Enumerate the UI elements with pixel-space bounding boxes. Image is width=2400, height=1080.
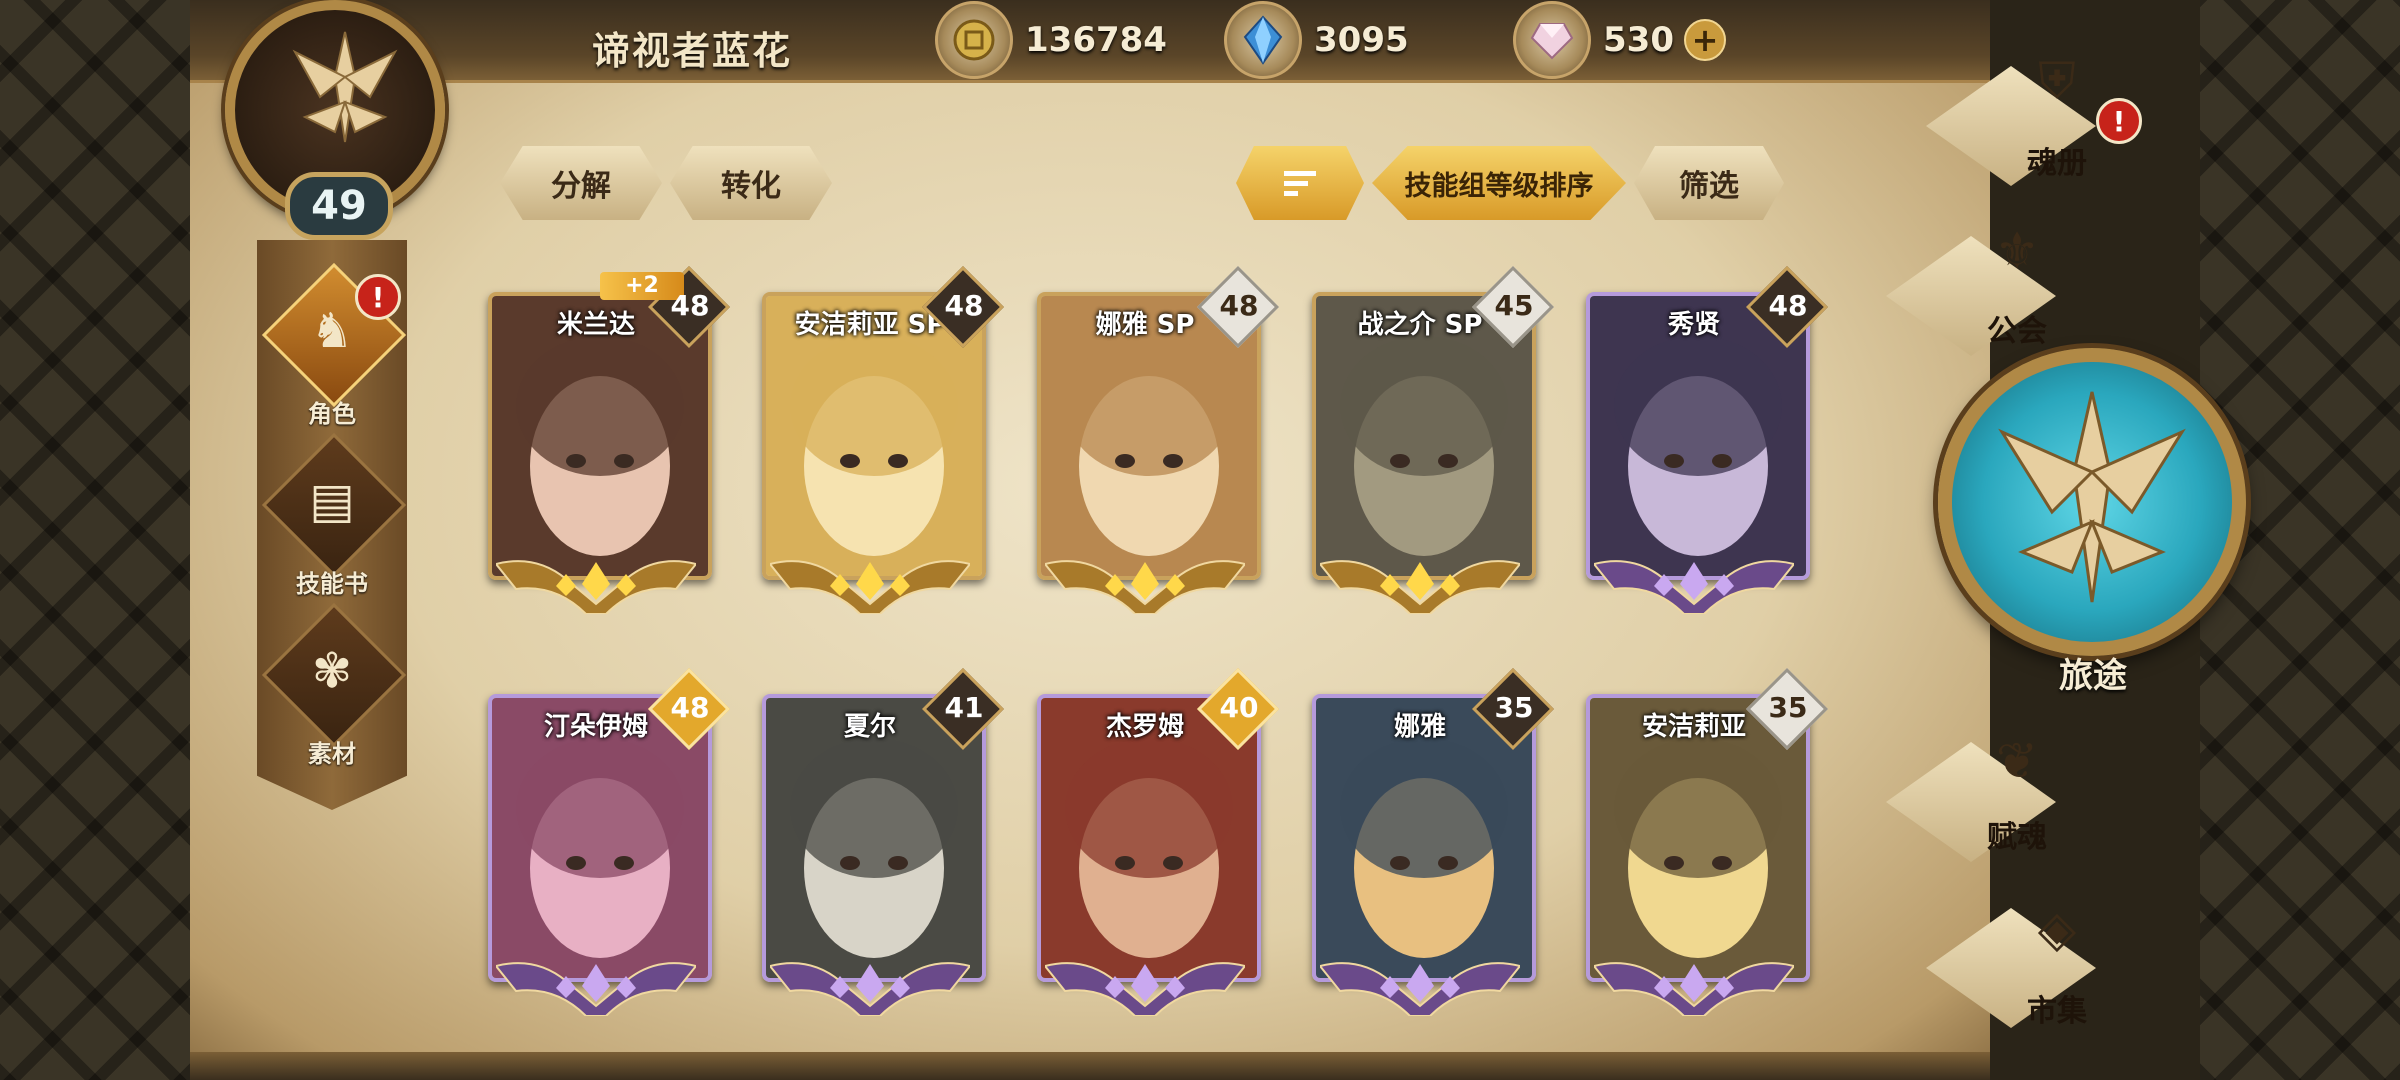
journey-button[interactable] [1938, 348, 2246, 656]
filter-button[interactable]: 筛选 [1634, 146, 1784, 220]
hero-card[interactable]: 战之介 SP 45 [1306, 265, 1555, 622]
convert-button[interactable]: 转化 [670, 146, 832, 220]
character-icon: ♞ [310, 303, 354, 359]
journey-crest-icon [1998, 391, 2186, 603]
gem-amount: 530 [1603, 20, 1674, 60]
hero-level: 48 [1768, 289, 1808, 322]
nav-material-label: 素材 [308, 740, 356, 768]
purple-crest-icon [496, 962, 696, 1016]
hero-card[interactable]: 娜雅 SP 48 [1031, 265, 1280, 622]
gold-crest-icon [496, 560, 696, 614]
gold-crest-icon [1045, 560, 1245, 614]
guild-label: 公会 [1987, 314, 2047, 349]
gem-icon: ◈ [2037, 900, 2077, 958]
purple-crest-icon [1045, 962, 1245, 1016]
nav-character-label: 角色 [308, 400, 356, 428]
gold-crest-icon [770, 560, 970, 614]
nav-character[interactable]: ♞ ! 角色 [257, 262, 407, 430]
nav-skill-book[interactable]: ▤ 技能书 [257, 432, 407, 600]
purple-crest-icon [1594, 560, 1794, 614]
hero-level: 48 [1219, 289, 1259, 322]
gold-crest-icon [1320, 560, 1520, 614]
hero-card[interactable]: 秀贤 48 [1580, 265, 1829, 622]
market-label: 市集 [2027, 994, 2087, 1029]
nav-material[interactable]: ✾ 素材 [257, 602, 407, 770]
hero-level: 48 [944, 289, 984, 322]
purple-crest-icon [1594, 962, 1794, 1016]
player-name: 谛视者蓝花 [592, 29, 793, 73]
gold-currency: 136784 [935, 1, 1167, 79]
hero-card[interactable]: 米兰达 48 +2 [482, 265, 731, 622]
gold-coin-icon [935, 1, 1013, 79]
purple-crest-icon [770, 962, 970, 1016]
guild-crest-icon: ⚜ [1994, 222, 2040, 280]
hero-level: 45 [1494, 289, 1534, 322]
nav-skill-book-label: 技能书 [296, 570, 368, 598]
hero-level: 48 [670, 691, 710, 724]
crystal-amount: 3095 [1314, 20, 1409, 60]
hero-level: 40 [1219, 691, 1259, 724]
skill-book-icon: ▤ [309, 473, 355, 529]
hero-card[interactable]: 安洁莉亚 SP 48 [756, 265, 1005, 622]
hero-level: 35 [1768, 691, 1808, 724]
pink-gem-icon [1513, 1, 1591, 79]
purple-crest-icon [1320, 962, 1520, 1016]
sort-order-button[interactable] [1236, 146, 1364, 220]
player-level: 49 [285, 172, 393, 240]
bottom-frame [190, 1052, 1990, 1080]
crystal-currency: 3095 [1224, 1, 1409, 79]
gem-currency: 530 + [1513, 1, 1726, 79]
hero-card[interactable]: 安洁莉亚 35 [1580, 667, 1829, 1024]
blue-crystal-icon [1224, 1, 1302, 79]
left-nav: ♞ ! 角色 ▤ 技能书 ✾ 素材 [257, 240, 407, 810]
hero-card[interactable]: 汀朵伊姆 48 [482, 667, 731, 1024]
hero-level: 41 [944, 691, 984, 724]
alert-icon: ! [355, 274, 401, 320]
hero-level: 48 [670, 289, 710, 322]
soul-book-label: 魂册 [2027, 146, 2087, 181]
hero-level: 35 [1494, 691, 1534, 724]
hero-card[interactable]: 娜雅 35 [1306, 667, 1555, 1024]
left-border [0, 0, 190, 1080]
sort-by-skill-level-button[interactable]: 技能组等级排序 [1372, 146, 1626, 220]
player-emblem[interactable]: 49 [205, 0, 455, 240]
journey-label: 旅途 [2059, 656, 2127, 696]
hero-card[interactable]: 夏尔 41 [756, 667, 1005, 1024]
gold-amount: 136784 [1025, 20, 1167, 60]
add-gem-button[interactable]: + [1683, 19, 1726, 61]
crest-icon [292, 31, 398, 143]
endow-soul-label: 赋魂 [1987, 820, 2047, 855]
hero-card[interactable]: 杰罗姆 40 [1031, 667, 1280, 1024]
decompose-button[interactable]: 分解 [500, 146, 662, 220]
material-icon: ✾ [311, 643, 353, 699]
flame-spiral-icon: ❦ [1996, 732, 2038, 790]
sort-icon [1284, 171, 1316, 196]
